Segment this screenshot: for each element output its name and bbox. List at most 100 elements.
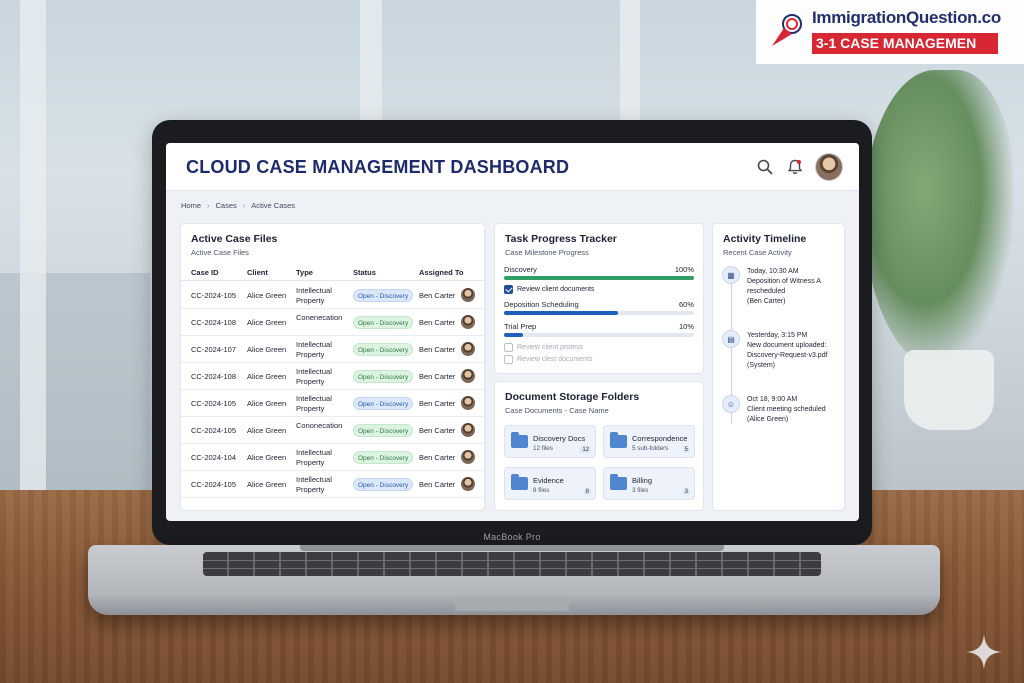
column-header[interactable]: Case ID bbox=[191, 268, 219, 277]
breadcrumb-home[interactable]: Home bbox=[181, 201, 201, 210]
progress-fill bbox=[504, 276, 694, 280]
assignee-name: Ben Carter bbox=[419, 399, 456, 408]
avatar bbox=[461, 450, 475, 464]
column-header[interactable]: Client bbox=[247, 268, 268, 277]
case-id[interactable]: CC-2024-105 bbox=[191, 480, 236, 489]
banner-text: 3-1 CASE MANAGEMEN bbox=[816, 35, 977, 51]
progress-fill bbox=[504, 333, 523, 337]
panel-title: Task Progress Tracker bbox=[505, 233, 617, 245]
status-badge: Open - Discovery bbox=[353, 478, 414, 491]
folder-discovery-docs[interactable]: Discovery Docs 12 files 12 bbox=[504, 425, 596, 458]
table-header: Case ID Client Type Status Assigned To bbox=[181, 264, 484, 281]
assignee-name: Ben Carter bbox=[419, 291, 456, 300]
subtitle-banner: 3-1 CASE MANAGEMEN bbox=[812, 33, 998, 54]
table-row[interactable]: CC-2024-105 Alice Green Intellectual Prope… bbox=[181, 282, 484, 309]
case-type: Cononecation bbox=[296, 421, 343, 430]
status-badge: Open - Discovery bbox=[353, 370, 414, 383]
task-checkbox[interactable] bbox=[504, 285, 513, 294]
folder-count: 5 sub-folders bbox=[632, 445, 669, 452]
table-row[interactable]: CC-2024-108 Alice Green Intellectual Prope… bbox=[181, 363, 484, 390]
avatar bbox=[461, 315, 475, 329]
folder-badge: 3 bbox=[682, 489, 690, 495]
avatar bbox=[461, 477, 475, 491]
panel-title: Active Case Files bbox=[191, 233, 278, 245]
case-id[interactable]: CC-2024-105 bbox=[191, 291, 236, 300]
assignee-name: Ben Carter bbox=[419, 318, 456, 327]
milestone-label: Deposition Scheduling bbox=[504, 300, 579, 309]
panel-subtitle: Recent Case Activity bbox=[723, 248, 792, 257]
task-label: Review client protess bbox=[517, 344, 584, 351]
table-row[interactable]: CC-2024-108 Alice Green Conenecation Open -… bbox=[181, 309, 484, 336]
table-row[interactable]: CC-2024-105 Alice Green Intellectual Prope… bbox=[181, 390, 484, 417]
table-row[interactable]: CC-2024-107 Alice Green Intellectual Prope… bbox=[181, 336, 484, 363]
folder-count: 8 files bbox=[533, 487, 550, 494]
site-name: ImmigrationQuestion.co bbox=[812, 8, 1001, 27]
milestone-percent: 10% bbox=[678, 322, 694, 331]
column-header[interactable]: Status bbox=[353, 268, 376, 277]
breadcrumb-cases[interactable]: Cases bbox=[216, 201, 237, 210]
timeline-event[interactable]: Oct 18, 9:00 AM Client meeting scheduled… bbox=[747, 395, 842, 425]
case-id[interactable]: CC-2024-108 bbox=[191, 372, 236, 381]
event-text: rescheduled bbox=[747, 288, 786, 295]
panel-subtitle: Case Milestone Progress bbox=[505, 248, 589, 257]
timeline-event[interactable]: Yesterday, 3:15 PM New document uploaded… bbox=[747, 331, 842, 371]
assignee-name: Ben Carter bbox=[419, 345, 456, 354]
activity-timeline-panel: Activity Timeline Recent Case Activity ▦… bbox=[712, 223, 845, 511]
case-id[interactable]: CC-2024-108 bbox=[191, 318, 236, 327]
client-name: Alice Green bbox=[247, 480, 287, 489]
table-row[interactable]: CC-2024-105 Alice Green Intellectual Prope… bbox=[181, 471, 484, 498]
folder-badge: 8 bbox=[583, 489, 591, 495]
folder-icon bbox=[610, 474, 627, 490]
document-icon: ▤ bbox=[722, 330, 740, 348]
panel-subtitle: Active Case Files bbox=[191, 248, 249, 257]
assignee-name: Ben Carter bbox=[419, 480, 456, 489]
event-text: Discovery-Request-v3.pdf bbox=[747, 352, 828, 359]
folder-billing[interactable]: Billing 3 files 3 bbox=[603, 467, 695, 500]
task-checkbox[interactable] bbox=[504, 355, 513, 364]
keyboard-row bbox=[203, 568, 821, 569]
case-id[interactable]: CC-2024-104 bbox=[191, 453, 236, 462]
event-time: Yesterday, 3:15 PM bbox=[747, 332, 808, 339]
column-header[interactable]: Assigned To bbox=[419, 268, 463, 277]
folder-icon bbox=[511, 432, 528, 448]
case-id[interactable]: CC-2024-107 bbox=[191, 345, 236, 354]
folder-count: 3 files bbox=[632, 487, 649, 494]
progress-bar bbox=[504, 333, 694, 337]
event-text: Client meeting scheduled bbox=[747, 406, 826, 413]
case-id[interactable]: CC-2024-105 bbox=[191, 426, 236, 435]
event-text: Deposition of Witness A bbox=[747, 278, 821, 285]
assignee-name: Ben Carter bbox=[419, 426, 456, 435]
panel-subtitle: Case Documents - Case Name bbox=[505, 406, 609, 415]
window-frame bbox=[20, 0, 46, 500]
sparkle-icon bbox=[966, 634, 1002, 670]
table-row[interactable]: CC-2024-105 Alice Green Cononecation Open -… bbox=[181, 417, 484, 444]
folder-correspondence[interactable]: Correspondence 5 sub-folders 5 bbox=[603, 425, 695, 458]
laptop-hinge bbox=[300, 545, 724, 551]
task-label: Review client documents bbox=[517, 286, 595, 293]
timeline-event[interactable]: Today, 10:30 AM Deposition of Witness A … bbox=[747, 267, 842, 307]
case-type: Intellectual Property bbox=[296, 340, 332, 359]
event-author: (Ben Carter) bbox=[747, 298, 786, 305]
client-name: Alice Green bbox=[247, 372, 287, 381]
column-header[interactable]: Type bbox=[296, 268, 313, 277]
status-badge: Open - Discovery bbox=[353, 316, 414, 329]
keyboard bbox=[203, 552, 821, 576]
search-icon[interactable] bbox=[756, 158, 774, 176]
event-time: Oct 18, 9:00 AM bbox=[747, 396, 798, 403]
avatar bbox=[461, 342, 475, 356]
task-checkbox[interactable] bbox=[504, 343, 513, 352]
case-id[interactable]: CC-2024-105 bbox=[191, 399, 236, 408]
panel-title: Activity Timeline bbox=[723, 233, 807, 245]
assignee-name: Ben Carter bbox=[419, 453, 456, 462]
case-type: Intellectual Property bbox=[296, 367, 332, 386]
status-badge: Open - Discovery bbox=[353, 397, 414, 410]
calendar-icon: ▦ bbox=[722, 266, 740, 284]
bell-icon[interactable] bbox=[786, 158, 804, 176]
task-progress-panel: Task Progress Tracker Case Milestone Pro… bbox=[494, 223, 704, 374]
active-cases-panel: Active Case Files Active Case Files Case… bbox=[180, 223, 485, 511]
folder-evidence[interactable]: Evidence 8 files 8 bbox=[504, 467, 596, 500]
case-type: Intellectual Property bbox=[296, 448, 332, 467]
user-avatar[interactable] bbox=[815, 153, 843, 181]
table-row[interactable]: CC-2024-104 Alice Green Intellectual Prope… bbox=[181, 444, 484, 471]
folder-name: Correspondence bbox=[632, 434, 688, 443]
